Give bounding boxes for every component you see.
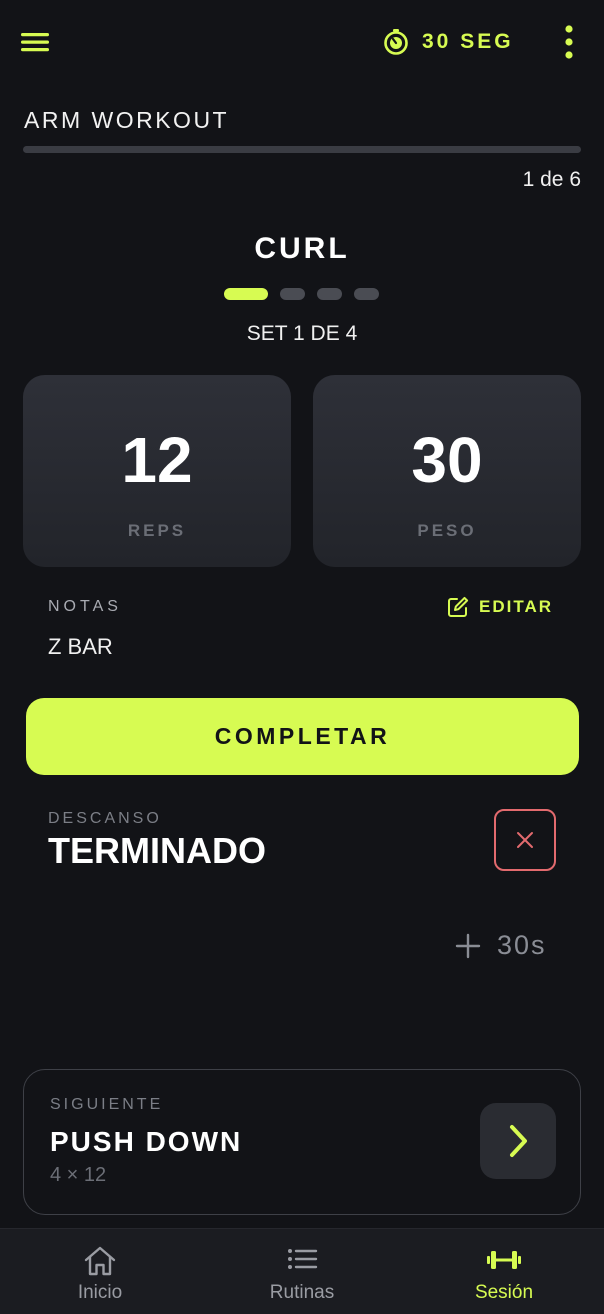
chevron-right-icon <box>510 1125 527 1157</box>
rest-status: TERMINADO <box>48 830 266 871</box>
next-exercise-card[interactable]: SIGUIENTE PUSH DOWN 4 × 12 <box>23 1069 581 1215</box>
next-exercise-name: PUSH DOWN <box>50 1126 243 1157</box>
dismiss-rest-button[interactable] <box>494 809 556 871</box>
weight-value: 30 <box>411 424 483 496</box>
nav-item-rutinas[interactable]: Rutinas <box>202 1229 402 1314</box>
workout-session-screen: 30 SEG ARM WORKOUT 1 de 6 CURL SET 1 DE … <box>0 0 604 1314</box>
rest-timer[interactable]: 30 SEG <box>382 26 514 58</box>
stopwatch-icon <box>384 29 408 55</box>
add-rest-time-button[interactable]: 30s <box>455 930 547 961</box>
home-icon <box>84 1246 116 1276</box>
close-icon <box>517 832 533 848</box>
reps-value: 12 <box>121 424 193 496</box>
set-dot <box>224 288 268 300</box>
rest-label: DESCANSO <box>48 810 162 827</box>
nav-label-rutinas: Rutinas <box>269 1282 335 1303</box>
more-vertical-icon <box>565 25 573 59</box>
timer-text: 30 SEG <box>422 30 514 53</box>
set-dot <box>317 288 342 300</box>
workout-progress-bar <box>23 146 581 153</box>
set-dot <box>280 288 305 300</box>
complete-set-button[interactable]: COMPLETAR <box>26 698 579 775</box>
reps-card[interactable]: 12 REPS <box>23 375 291 567</box>
plus-icon <box>455 933 481 958</box>
reps-label: REPS <box>127 521 187 540</box>
more-options-button[interactable] <box>556 24 582 62</box>
next-exercise-button[interactable] <box>480 1103 556 1179</box>
weight-card[interactable]: 30 PESO <box>313 375 581 567</box>
next-exercise-scheme: 4 × 12 <box>50 1164 107 1186</box>
nav-label-sesion: Sesión <box>474 1282 534 1303</box>
add-rest-time-label: 30s <box>497 930 547 960</box>
set-label: SET 1 DE 4 <box>246 322 358 345</box>
list-icon <box>288 1249 318 1269</box>
edit-icon <box>448 596 469 617</box>
exercise-name: CURL <box>254 232 350 265</box>
hamburger-icon <box>21 33 49 52</box>
notes-label: NOTAS <box>48 598 122 615</box>
workout-progress-count: 1 de 6 <box>522 168 581 191</box>
workout-title: ARM WORKOUT <box>24 107 230 133</box>
nav-item-inicio[interactable]: Inicio <box>0 1229 200 1314</box>
weight-label: PESO <box>417 521 477 540</box>
set-dot <box>354 288 379 300</box>
edit-notes-label: EDITAR <box>479 597 554 616</box>
notes-value: Z BAR <box>48 634 113 659</box>
edit-notes-button[interactable]: EDITAR <box>447 596 553 618</box>
nav-label-inicio: Inicio <box>77 1282 123 1303</box>
set-indicator <box>224 288 379 300</box>
nav-item-sesion[interactable]: Sesión <box>404 1229 604 1314</box>
next-label: SIGUIENTE <box>50 1096 164 1113</box>
dumbbell-icon <box>487 1251 521 1269</box>
menu-button[interactable] <box>20 30 52 54</box>
bottom-navigation: Inicio Rutinas Sesión <box>0 1228 604 1314</box>
